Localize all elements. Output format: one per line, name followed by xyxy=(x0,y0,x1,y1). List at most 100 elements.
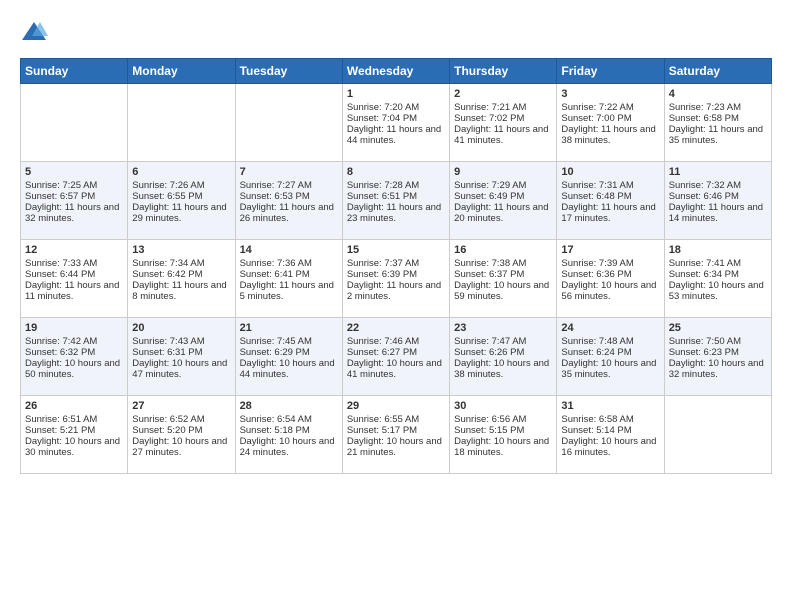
weekday-header: Friday xyxy=(557,59,664,84)
daylight: Daylight: 11 hours and 32 minutes. xyxy=(25,202,119,224)
day-number: 9 xyxy=(454,166,552,178)
calendar-cell: 8Sunrise: 7:28 AMSunset: 6:51 PMDaylight… xyxy=(342,162,449,240)
day-number: 19 xyxy=(25,322,123,334)
calendar-week-row: 19Sunrise: 7:42 AMSunset: 6:32 PMDayligh… xyxy=(21,318,772,396)
sunset: Sunset: 6:31 PM xyxy=(132,347,202,358)
day-number: 28 xyxy=(240,400,338,412)
sunset: Sunset: 5:21 PM xyxy=(25,425,95,436)
day-number: 26 xyxy=(25,400,123,412)
sunrise: Sunrise: 6:55 AM xyxy=(347,414,419,425)
calendar-cell: 24Sunrise: 7:48 AMSunset: 6:24 PMDayligh… xyxy=(557,318,664,396)
sunrise: Sunrise: 7:48 AM xyxy=(561,336,633,347)
weekday-header: Monday xyxy=(128,59,235,84)
calendar-cell xyxy=(235,84,342,162)
day-number: 16 xyxy=(454,244,552,256)
sunrise: Sunrise: 7:23 AM xyxy=(669,102,741,113)
sunrise: Sunrise: 7:41 AM xyxy=(669,258,741,269)
calendar-cell: 25 Sunrise: 7:50 AMSunset: 6:23 PMDayligh… xyxy=(664,318,771,396)
sunset: Sunset: 6:27 PM xyxy=(347,347,417,358)
day-number: 31 xyxy=(561,400,659,412)
calendar-cell: 17Sunrise: 7:39 AMSunset: 6:36 PMDayligh… xyxy=(557,240,664,318)
sunset: Sunset: 6:57 PM xyxy=(25,191,95,202)
daylight: Daylight: 10 hours and 24 minutes. xyxy=(240,436,335,458)
sunrise: Sunrise: 7:47 AM xyxy=(454,336,526,347)
day-number: 12 xyxy=(25,244,123,256)
sunrise: Sunrise: 7:45 AM xyxy=(240,336,312,347)
sunset: Sunset: 6:41 PM xyxy=(240,269,310,280)
weekday-header: Tuesday xyxy=(235,59,342,84)
sunrise: Sunrise: 6:56 AM xyxy=(454,414,526,425)
day-number: 15 xyxy=(347,244,445,256)
sunrise: Sunrise: 7:27 AM xyxy=(240,180,312,191)
sunset: Sunset: 6:26 PM xyxy=(454,347,524,358)
sunset: Sunset: 7:04 PM xyxy=(347,113,417,124)
calendar-cell: 6Sunrise: 7:26 AMSunset: 6:55 PMDaylight… xyxy=(128,162,235,240)
logo-icon xyxy=(20,18,48,46)
calendar-week-row: 5Sunrise: 7:25 AMSunset: 6:57 PMDaylight… xyxy=(21,162,772,240)
daylight: Daylight: 10 hours and 16 minutes. xyxy=(561,436,656,458)
calendar-cell: 12Sunrise: 7:33 AMSunset: 6:44 PMDayligh… xyxy=(21,240,128,318)
calendar-cell: 31Sunrise: 6:58 AMSunset: 5:14 PMDayligh… xyxy=(557,396,664,474)
sunset: Sunset: 7:00 PM xyxy=(561,113,631,124)
sunset: Sunset: 5:14 PM xyxy=(561,425,631,436)
sunset: Sunset: 5:20 PM xyxy=(132,425,202,436)
sunset: Sunset: 6:49 PM xyxy=(454,191,524,202)
sunrise: Sunrise: 6:51 AM xyxy=(25,414,97,425)
day-number: 23 xyxy=(454,322,552,334)
sunrise: Sunrise: 7:22 AM xyxy=(561,102,633,113)
daylight: Daylight: 10 hours and 56 minutes. xyxy=(561,280,656,302)
daylight: Daylight: 11 hours and 2 minutes. xyxy=(347,280,441,302)
sunrise: Sunrise: 7:20 AM xyxy=(347,102,419,113)
weekday-header: Sunday xyxy=(21,59,128,84)
sunrise: Sunrise: 7:46 AM xyxy=(347,336,419,347)
sunrise: Sunrise: 7:26 AM xyxy=(132,180,204,191)
calendar-cell xyxy=(21,84,128,162)
daylight: Daylight: 10 hours and 41 minutes. xyxy=(347,358,442,380)
calendar-week-row: 12Sunrise: 7:33 AMSunset: 6:44 PMDayligh… xyxy=(21,240,772,318)
daylight: Daylight: 10 hours and 27 minutes. xyxy=(132,436,227,458)
calendar-cell xyxy=(664,396,771,474)
sunset: Sunset: 6:23 PM xyxy=(669,347,739,358)
calendar-cell: 19 Sunrise: 7:42 AMSunset: 6:32 PMDayligh… xyxy=(21,318,128,396)
daylight: Daylight: 11 hours and 44 minutes. xyxy=(347,124,441,146)
calendar-cell: 15Sunrise: 7:37 AMSunset: 6:39 PMDayligh… xyxy=(342,240,449,318)
sunrise: Sunrise: 7:42 AM xyxy=(25,336,97,347)
sunset: Sunset: 6:34 PM xyxy=(669,269,739,280)
calendar-week-row: 1Sunrise: 7:20 AMSunset: 7:04 PMDaylight… xyxy=(21,84,772,162)
sunset: Sunset: 5:15 PM xyxy=(454,425,524,436)
day-number: 8 xyxy=(347,166,445,178)
calendar-cell: 11Sunrise: 7:32 AMSunset: 6:46 PMDayligh… xyxy=(664,162,771,240)
sunset: Sunset: 5:18 PM xyxy=(240,425,310,436)
daylight: Daylight: 10 hours and 32 minutes. xyxy=(669,358,764,380)
daylight: Daylight: 10 hours and 50 minutes. xyxy=(25,358,120,380)
calendar-cell: 21Sunrise: 7:45 AMSunset: 6:29 PMDayligh… xyxy=(235,318,342,396)
daylight: Daylight: 10 hours and 44 minutes. xyxy=(240,358,335,380)
sunrise: Sunrise: 7:50 AM xyxy=(669,336,741,347)
daylight: Daylight: 10 hours and 18 minutes. xyxy=(454,436,549,458)
day-number: 5 xyxy=(25,166,123,178)
day-number: 14 xyxy=(240,244,338,256)
day-number: 22 xyxy=(347,322,445,334)
calendar-cell: 16Sunrise: 7:38 AMSunset: 6:37 PMDayligh… xyxy=(450,240,557,318)
sunset: Sunset: 6:48 PM xyxy=(561,191,631,202)
calendar-week-row: 26 Sunrise: 6:51 AMSunset: 5:21 PM Dayligh… xyxy=(21,396,772,474)
calendar-cell: 22 Sunrise: 7:46 AMSunset: 6:27 PMDayligh… xyxy=(342,318,449,396)
calendar-cell: 9Sunrise: 7:29 AMSunset: 6:49 PMDaylight… xyxy=(450,162,557,240)
day-number: 11 xyxy=(669,166,767,178)
sunrise: Sunrise: 7:34 AM xyxy=(132,258,204,269)
sunset: Sunset: 6:29 PM xyxy=(240,347,310,358)
daylight: Daylight: 11 hours and 20 minutes. xyxy=(454,202,548,224)
sunset: Sunset: 6:32 PM xyxy=(25,347,95,358)
day-number: 25 xyxy=(669,322,767,334)
weekday-header-row: SundayMondayTuesdayWednesdayThursdayFrid… xyxy=(21,59,772,84)
day-number: 27 xyxy=(132,400,230,412)
weekday-header: Thursday xyxy=(450,59,557,84)
sunset: Sunset: 6:55 PM xyxy=(132,191,202,202)
daylight: Daylight: 11 hours and 35 minutes. xyxy=(669,124,763,146)
calendar-cell: 18Sunrise: 7:41 AMSunset: 6:34 PMDayligh… xyxy=(664,240,771,318)
day-number: 6 xyxy=(132,166,230,178)
calendar-cell: 14Sunrise: 7:36 AMSunset: 6:41 PMDayligh… xyxy=(235,240,342,318)
day-number: 18 xyxy=(669,244,767,256)
page: SundayMondayTuesdayWednesdayThursdayFrid… xyxy=(0,0,792,484)
sunset: Sunset: 5:17 PM xyxy=(347,425,417,436)
